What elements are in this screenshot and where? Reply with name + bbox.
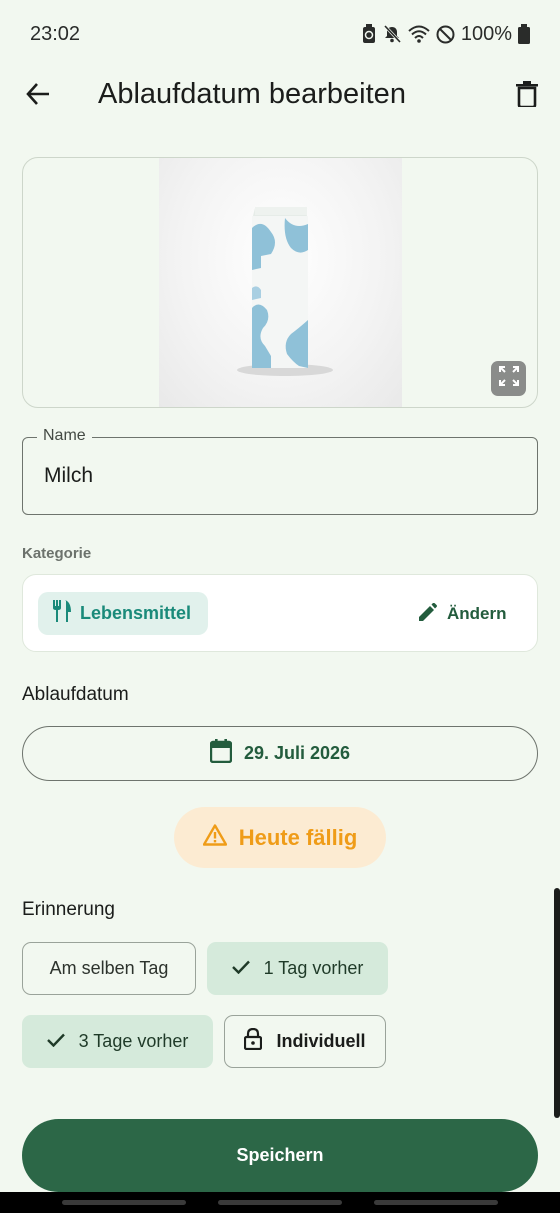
expiry-date-button[interactable]: 29. Juli 2026 [22,726,538,781]
category-section-label: Kategorie [22,545,92,562]
change-category-button[interactable]: Ändern [419,597,507,631]
product-image-card[interactable] [22,157,538,408]
name-field[interactable]: Name Milch [22,427,538,515]
name-field-value[interactable]: Milch [44,464,93,488]
back-button[interactable] [22,80,54,112]
fork-knife-icon [52,600,72,627]
battery-percent: 100% [460,22,512,45]
milk-carton-image [237,207,333,376]
delete-button[interactable] [512,80,542,112]
nav-handle [62,1200,186,1205]
do-not-disturb-icon [436,25,455,44]
check-icon [231,958,250,979]
fullscreen-icon [498,366,519,391]
expiry-date-value: 29. Juli 2026 [243,743,351,763]
check-icon [46,1031,65,1052]
lock-icon [244,1027,263,1055]
reminder-chip-label: 1 Tag vorher [263,958,364,978]
save-button-label: Speichern [236,1145,324,1165]
mute-icon [382,24,402,44]
reminder-chip-label: 3 Tage vorher [78,1031,189,1051]
arrow-back-icon [25,81,51,112]
app-bar: Ablaufdatum bearbeiten [0,68,560,124]
nav-handle [374,1200,498,1205]
category-chip-label: Lebensmittel [80,603,192,623]
warning-icon [202,823,227,852]
reminder-chip-same-day[interactable]: Am selben Tag [22,942,196,995]
reminder-section-label: Erinnerung [22,899,115,920]
reminder-chip-label: Individuell [276,1031,366,1051]
reminder-chip-1-day[interactable]: 1 Tag vorher [207,942,388,995]
battery-saver-icon [362,24,376,44]
category-chip: Lebensmittel [38,592,208,635]
status-time: 23:02 [30,22,81,45]
category-card: Lebensmittel Ändern [22,574,538,652]
expiry-section-label: Ablaufdatum [22,684,129,705]
pencil-icon [419,602,437,626]
reminder-chip-custom[interactable]: Individuell [224,1015,386,1068]
reminder-chip-3-days[interactable]: 3 Tage vorher [22,1015,213,1068]
trash-icon [516,80,538,112]
due-status-badge: Heute fällig [174,807,386,868]
nav-handle [218,1200,342,1205]
battery-icon [518,24,530,44]
expand-image-button[interactable] [491,361,526,396]
reminder-chip-label: Am selben Tag [49,958,169,978]
status-bar: 23:02 100% [0,0,560,68]
page-title: Ablaufdatum bearbeiten [98,78,406,110]
product-photo [159,158,402,407]
scrollbar[interactable] [554,888,560,1118]
calendar-icon [209,739,233,768]
save-button[interactable]: Speichern [22,1119,538,1192]
due-status-text: Heute fällig [238,824,358,850]
name-field-label: Name [37,427,92,445]
system-nav-bar [0,1192,560,1213]
status-icons: 100% [362,23,530,46]
change-category-label: Ändern [447,604,507,623]
wifi-icon [408,24,430,44]
